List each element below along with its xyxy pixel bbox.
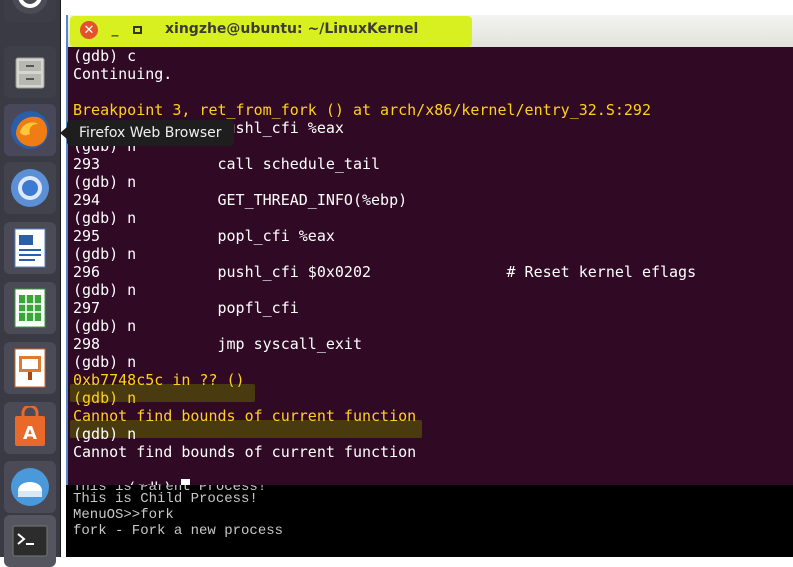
launcher-item-chromium[interactable] [4, 162, 56, 214]
terminal-line: (gdb) n [73, 389, 137, 407]
terminal-line: 0xb7748c5c in ?? () [73, 371, 245, 389]
terminal-line: 295 popl_cfi %eax [73, 227, 335, 245]
qemu-console[interactable]: This is Parent Process! This is Child Pr… [66, 485, 793, 557]
launcher-item-calc[interactable] [4, 282, 56, 334]
launcher-item-firefox[interactable] [4, 104, 56, 156]
terminal-line: 298 jmp syscall_exit [73, 335, 362, 353]
terminal-line: 297 popfl_cfi [73, 299, 299, 317]
close-button[interactable]: ✕ [80, 21, 98, 39]
minimize-button[interactable]: _ [106, 20, 124, 38]
terminal-line: Breakpoint 3, ret_from_fork () at arch/x… [73, 101, 651, 119]
terminal-line: (gdb) n [73, 425, 137, 443]
ubuntu-logo-icon [10, 0, 50, 16]
launcher-item-software-center[interactable]: A [4, 402, 56, 454]
calc-icon [10, 286, 50, 330]
terminal-line: (gdb) n [73, 353, 137, 371]
terminal-line: 296 pushl_cfi $0x0202 # Reset kernel efl… [73, 263, 697, 281]
terminal-line: 293 call schedule_tail [73, 155, 381, 173]
maximize-button[interactable] [128, 21, 146, 39]
terminal-line: (gdb) n [73, 209, 137, 227]
title-bar[interactable]: ✕ _ xingzhe@ubuntu: ~/LinuxKernel [68, 15, 793, 47]
impress-icon [10, 346, 50, 390]
svg-text:A: A [23, 423, 37, 444]
terminal-line: (gdb) c [73, 47, 137, 65]
window-title: xingzhe@ubuntu: ~/LinuxKernel [165, 21, 419, 37]
qemu-line: fork - Fork a new process [73, 523, 284, 539]
launcher-item-terminal[interactable] [4, 515, 56, 567]
minimize-icon: _ [111, 21, 119, 37]
terminal-line: (gdb) n [73, 245, 137, 263]
close-icon: ✕ [83, 22, 95, 38]
qemu-line: This is Child Process! [73, 491, 258, 507]
terminal-line: (gdb) n [73, 173, 137, 191]
launcher-item-update-manager[interactable] [4, 461, 56, 513]
software-center-icon: A [10, 406, 50, 450]
terminal-prompt-line: (gdb) [73, 461, 191, 497]
file-cabinet-icon [10, 52, 50, 92]
terminal-line: (gdb) n [73, 281, 137, 299]
launcher-item-impress[interactable] [4, 342, 56, 394]
terminal-content[interactable]: (gdb) c Continuing. Breakpoint 3, ret_fr… [70, 47, 793, 497]
launcher-item-ubuntu-dash[interactable] [4, 0, 56, 22]
launcher-item-files[interactable] [4, 46, 56, 98]
launcher-item-writer[interactable] [4, 222, 56, 274]
firefox-icon [8, 108, 52, 152]
maximize-icon [132, 26, 142, 34]
terminal-line: (gdb) n [73, 317, 137, 335]
terminal-icon [10, 521, 50, 561]
launcher-tooltip: Firefox Web Browser [60, 120, 234, 146]
terminal-line: Cannot find bounds of current function [73, 443, 417, 461]
terminal-line: Continuing. [73, 65, 173, 83]
writer-icon [10, 226, 50, 270]
terminal-line: 294 GET_THREAD_INFO(%ebp) [73, 191, 408, 209]
terminal-line: Cannot find bounds of current function [73, 407, 417, 425]
qemu-line: MenuOS>>fork [73, 507, 174, 523]
chromium-icon [8, 166, 52, 210]
update-manager-icon [8, 465, 52, 509]
unity-launcher: A [0, 0, 61, 567]
terminal-window: ✕ _ xingzhe@ubuntu: ~/LinuxKernel (gdb) … [66, 15, 793, 497]
